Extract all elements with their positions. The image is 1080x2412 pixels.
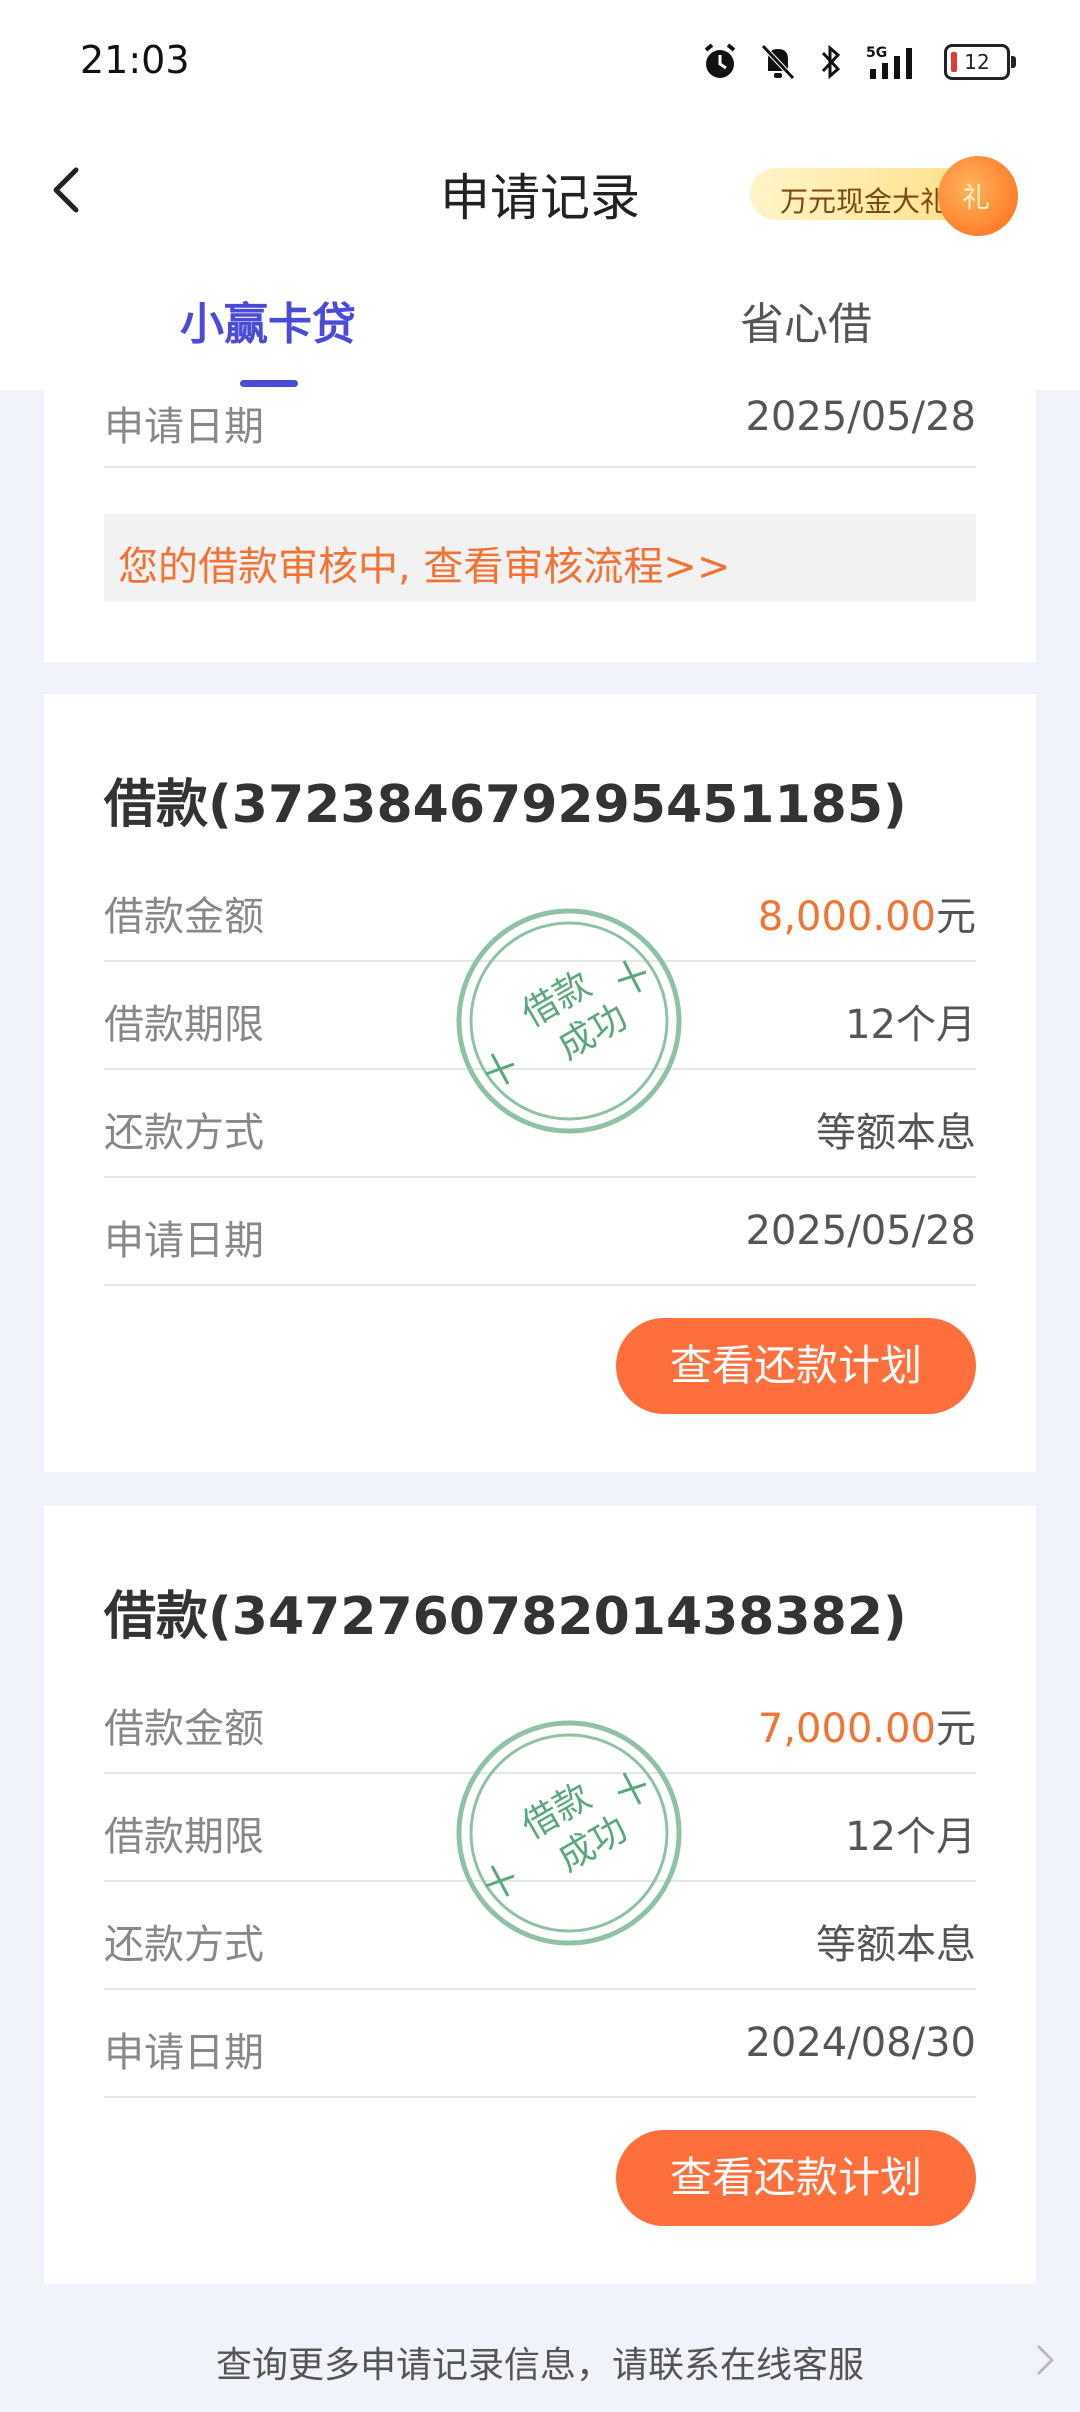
review-notice-text: 您的借款审核中, 查看审核流程>> [118,544,731,590]
loan-term-label: 借款期限 [104,1814,264,1860]
repay-method-label: 还款方式 [104,1110,264,1156]
tab-shengxin-loan[interactable]: 省心借 [740,288,872,352]
status-bar: 21:03 5G 12 [0,0,1080,120]
active-tab-indicator [240,380,298,387]
promo-banner[interactable]: 万元现金大礼 礼 [740,156,1040,236]
mute-icon [761,44,795,80]
apply-date-row: 申请日期 2025/05/28 [104,390,976,468]
loan-success-stamp: 借款 成功 [456,908,682,1134]
gift-badge: 礼 [962,181,991,214]
repay-method-label: 还款方式 [104,1922,264,1968]
apply-date-value: 2025/05/28 [745,1208,976,1254]
apply-date-row: 申请日期 2024/08/30 [104,1990,976,2098]
view-repayment-plan-button[interactable]: 查看还款计划 [616,1318,976,1414]
loan-amount: 7,000.00 [757,1706,936,1752]
apply-date-label: 申请日期 [104,404,264,450]
loan-amount-value: 7,000.00元 [758,1696,976,1754]
promo-label: 万元现金大礼 [780,185,949,218]
tab-bar: 小赢卡贷 省心借 [0,260,1080,390]
chevron-right-icon[interactable] [1030,2340,1060,2380]
apply-date-label: 申请日期 [104,2030,264,2076]
application-card-pending: 申请日期 2025/05/28 您的借款审核中, 查看审核流程>> [44,390,1036,662]
loan-title: 借款(347276078201438382) [104,1587,907,1647]
tab-xiaoying-card-loan[interactable]: 小赢卡贷 [180,288,356,352]
loan-title: 借款(372384679295451185) [104,775,907,835]
loan-amount: 8,000.00 [757,894,936,940]
repay-method-value: 等额本息 [816,1922,976,1968]
loan-term-label: 借款期限 [104,1002,264,1048]
apply-date-row: 申请日期 2025/05/28 [104,1178,976,1286]
loan-amount-label: 借款金额 [104,894,264,940]
repay-method-value: 等额本息 [816,1110,976,1156]
5g-signal-icon: 5G [866,45,912,79]
amount-unit: 元 [936,1706,976,1752]
loan-term-value: 12个月 [845,1002,976,1048]
alarm-icon [704,43,736,78]
loan-amount-value: 8,000.00元 [758,884,976,942]
svg-text:5G: 5G [866,45,887,61]
review-notice[interactable]: 您的借款审核中, 查看审核流程>> [104,514,976,602]
view-repayment-plan-button[interactable]: 查看还款计划 [616,2130,976,2226]
bluetooth-icon [821,44,841,80]
status-time: 21:03 [80,38,190,82]
loan-card: 借款(347276078201438382) 借款金额 7,000.00元 借款… [44,1506,1036,2284]
battery-level: 12 [964,50,990,74]
amount-unit: 元 [936,894,976,940]
loan-term-value: 12个月 [845,1814,976,1860]
battery-icon: 12 [944,44,1016,80]
apply-date-value: 2025/05/28 [745,394,976,440]
loan-success-stamp: 借款 成功 [456,1720,682,1946]
loan-amount-label: 借款金额 [104,1706,264,1752]
apply-date-label: 申请日期 [104,1218,264,1264]
apply-date-value: 2024/08/30 [745,2020,976,2066]
loan-card: 借款(372384679295451185) 借款金额 8,000.00元 借款… [44,694,1036,1472]
contact-support-hint[interactable]: 查询更多申请记录信息，请联系在线客服 [0,2336,1080,2388]
gift-bag-icon: 礼 [938,156,1018,236]
status-icons: 5G 12 [702,38,1016,86]
app-header: 申请记录 万元现金大礼 礼 [0,120,1080,260]
